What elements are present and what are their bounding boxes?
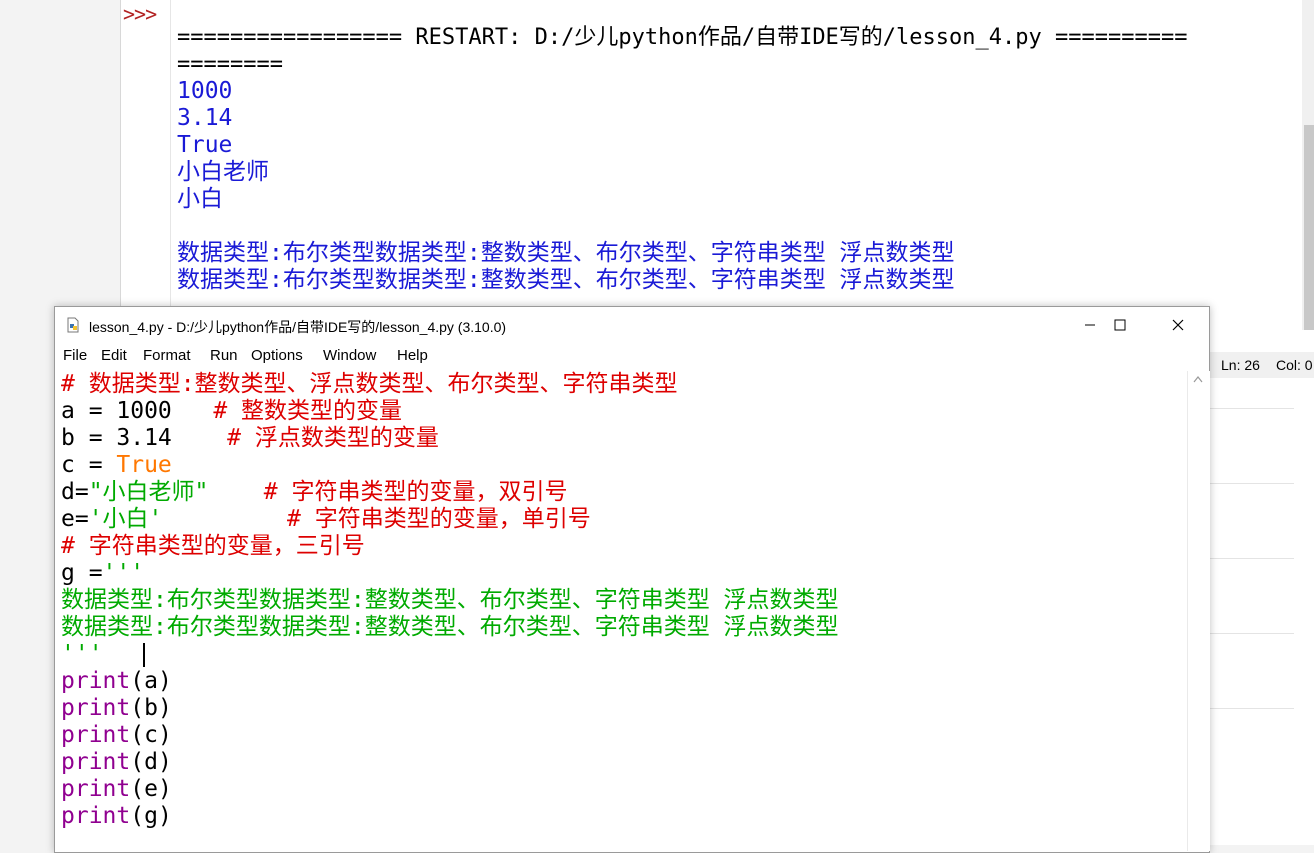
menu-window[interactable]: Window xyxy=(323,347,376,364)
output-line: 数据类型:布尔类型数据类型:整数类型、布尔类型、字符串类型 浮点数类型 xyxy=(177,267,955,293)
code-line: c = True xyxy=(61,452,172,478)
menu-file[interactable]: File xyxy=(63,347,87,364)
code-line: # 数据类型:整数类型、浮点数类型、布尔类型、字符串类型 xyxy=(61,371,678,397)
code-line: # 字符串类型的变量，三引号 xyxy=(61,533,365,559)
menu-options[interactable]: Options xyxy=(251,347,303,364)
code-line: ''' xyxy=(61,641,103,667)
output-line: 小白 xyxy=(177,186,223,212)
editor-window: lesson_4.py - D:/少儿python作品/自带IDE写的/less… xyxy=(54,306,1210,853)
code-line: 数据类型:布尔类型数据类型:整数类型、布尔类型、字符串类型 浮点数类型 xyxy=(61,587,839,613)
shell-status-bar: Ln: 26 Col: 0 xyxy=(1210,352,1314,378)
output-line: 3.14 xyxy=(177,105,233,131)
code-line: print(d) xyxy=(61,749,172,775)
menu-edit[interactable]: Edit xyxy=(101,347,127,364)
code-line: b = 3.14 # 浮点数类型的变量 xyxy=(61,425,439,451)
title-bar[interactable]: lesson_4.py - D:/少儿python作品/自带IDE写的/less… xyxy=(55,307,1209,343)
code-line: e='小白' # 字符串类型的变量，单引号 xyxy=(61,506,591,532)
maximize-button[interactable] xyxy=(1091,307,1149,343)
code-text[interactable]: # 数据类型:整数类型、浮点数类型、布尔类型、字符串类型 a = 1000 # 整… xyxy=(61,371,839,830)
scroll-up-arrow-icon[interactable] xyxy=(1193,375,1203,383)
menu-help[interactable]: Help xyxy=(397,347,428,364)
output-line: 小白老师 xyxy=(177,159,269,185)
code-line: g =''' xyxy=(61,560,145,586)
divider xyxy=(1210,633,1294,634)
code-line: print(g) xyxy=(61,803,172,829)
code-editor[interactable]: # 数据类型:整数类型、浮点数类型、布尔类型、字符串类型 a = 1000 # 整… xyxy=(55,371,1185,851)
status-column: Col: 0 xyxy=(1276,357,1313,373)
text-cursor xyxy=(143,643,145,667)
editor-scrollbar[interactable] xyxy=(1187,371,1210,851)
maximize-icon xyxy=(1114,319,1126,331)
code-line: a = 1000 # 整数类型的变量 xyxy=(61,398,403,424)
shell-prompt-gutter xyxy=(121,0,171,330)
close-icon xyxy=(1172,319,1184,331)
python-file-icon xyxy=(67,317,79,333)
divider xyxy=(1210,708,1294,709)
status-line: Ln: 26 xyxy=(1221,357,1260,373)
code-line: d="小白老师" # 字符串类型的变量，双引号 xyxy=(61,479,568,505)
shell-scrollbar-thumb[interactable] xyxy=(1304,125,1314,330)
output-line: 数据类型:布尔类型数据类型:整数类型、布尔类型、字符串类型 浮点数类型 xyxy=(177,240,955,266)
shell-prompt: >>> xyxy=(123,2,157,26)
shell-gutter-divider xyxy=(170,0,171,310)
divider xyxy=(1210,483,1294,484)
output-line: 1000 xyxy=(177,78,233,104)
restart-banner: ================= RESTART: D:/少儿python作品… xyxy=(177,25,1188,50)
menu-format[interactable]: Format xyxy=(143,347,191,364)
shell-output-area[interactable]: ================= RESTART: D:/少儿python作品… xyxy=(177,24,1302,294)
window-title: lesson_4.py - D:/少儿python作品/自带IDE写的/less… xyxy=(89,319,507,335)
menu-bar: File Edit Format Run Options Window Help xyxy=(55,343,1209,369)
code-line: print(e) xyxy=(61,776,172,802)
restart-banner-cont: ======== xyxy=(177,52,283,77)
code-line: print(c) xyxy=(61,722,172,748)
divider xyxy=(1210,408,1294,409)
code-line: 数据类型:布尔类型数据类型:整数类型、布尔类型、字符串类型 浮点数类型 xyxy=(61,614,839,640)
menu-run[interactable]: Run xyxy=(210,347,238,364)
close-button[interactable] xyxy=(1149,307,1207,343)
output-line: True xyxy=(177,132,233,158)
shell-scrollbar[interactable] xyxy=(1302,0,1314,330)
divider xyxy=(1210,558,1294,559)
code-line: print(a) xyxy=(61,668,172,694)
code-line: print(b) xyxy=(61,695,172,721)
